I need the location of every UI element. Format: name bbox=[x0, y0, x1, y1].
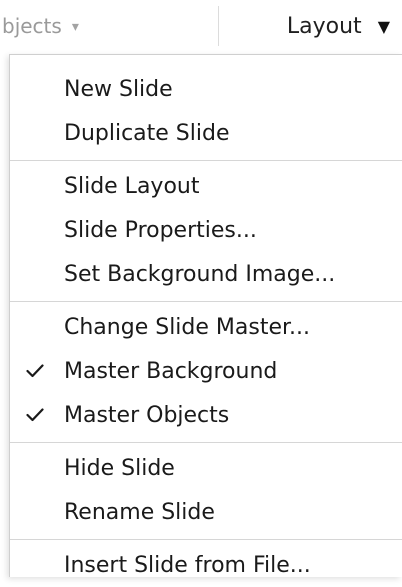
menu-item-label: Slide Layout bbox=[64, 173, 200, 199]
menu-item-change-slide-master[interactable]: Change Slide Master... bbox=[10, 305, 402, 349]
layout-dropdown-arrow-icon: ▼ bbox=[377, 16, 390, 36]
menu-separator bbox=[10, 160, 402, 161]
menu-item-slide-properties[interactable]: Slide Properties... bbox=[10, 208, 402, 252]
menu-item-insert-slide-from-file[interactable]: Insert Slide from File... bbox=[10, 543, 402, 587]
menu-item-hide-slide[interactable]: Hide Slide bbox=[10, 446, 402, 490]
menu-separator bbox=[10, 442, 402, 443]
menu-item-master-objects[interactable]: Master Objects bbox=[10, 393, 402, 437]
objects-menu-label: bjects bbox=[2, 14, 62, 38]
check-icon bbox=[24, 404, 46, 426]
menu-item-rename-slide[interactable]: Rename Slide bbox=[10, 490, 402, 534]
menu-separator bbox=[10, 539, 402, 540]
menu-item-label: Rename Slide bbox=[64, 499, 215, 525]
layout-dropdown-menu: New Slide Duplicate Slide Slide Layout S… bbox=[9, 54, 402, 578]
menu-item-label: New Slide bbox=[64, 76, 173, 102]
menu-item-label: Insert Slide from File... bbox=[64, 552, 311, 578]
menu-item-label: Duplicate Slide bbox=[64, 120, 230, 146]
toolbar: bjects ▾ Layout ▼ bbox=[0, 0, 402, 52]
layout-menu-label: Layout bbox=[286, 13, 362, 39]
layout-menu-button[interactable]: Layout ▼ bbox=[219, 0, 402, 52]
menu-item-slide-layout[interactable]: Slide Layout bbox=[10, 164, 402, 208]
menu-item-label: Change Slide Master... bbox=[64, 314, 310, 340]
menu-item-label: Master Background bbox=[64, 358, 278, 384]
check-icon bbox=[24, 360, 46, 382]
objects-menu-button[interactable]: bjects ▾ bbox=[0, 0, 218, 52]
menu-item-set-background-image[interactable]: Set Background Image... bbox=[10, 252, 402, 296]
menu-item-label: Master Objects bbox=[64, 402, 230, 428]
menu-item-master-background[interactable]: Master Background bbox=[10, 349, 402, 393]
menu-item-duplicate-slide[interactable]: Duplicate Slide bbox=[10, 111, 402, 155]
menu-item-label: Slide Properties... bbox=[64, 217, 257, 243]
menu-item-new-slide[interactable]: New Slide bbox=[10, 67, 402, 111]
objects-dropdown-arrow-icon: ▾ bbox=[71, 19, 79, 35]
menu-separator bbox=[10, 301, 402, 302]
menu-item-label: Set Background Image... bbox=[64, 261, 336, 287]
menu-item-label: Hide Slide bbox=[64, 455, 175, 481]
